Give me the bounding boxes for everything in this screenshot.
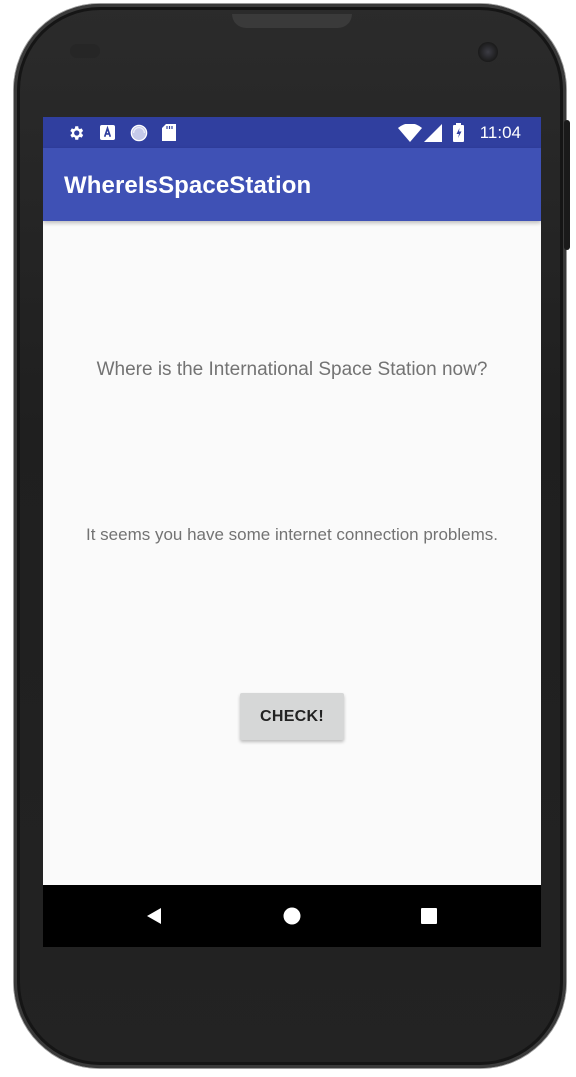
home-icon[interactable] [262,885,322,947]
recents-icon[interactable] [399,885,459,947]
battery-icon [451,117,465,148]
earpiece-speaker [232,14,352,28]
app-bar: WhereIsSpaceStation [43,148,541,221]
power-button[interactable] [564,120,570,250]
status-bar: 11:04 [43,117,541,148]
question-text: Where is the International Space Station… [96,359,488,380]
sd-card-icon [161,117,177,148]
navigation-bar [43,885,541,947]
status-time: 11:04 [479,123,521,142]
wifi-icon [398,117,422,148]
connection-error-message: It seems you have some internet connecti… [86,525,498,544]
a-badge-icon [99,117,115,148]
back-icon[interactable] [124,885,184,947]
check-button[interactable]: CHECK! [240,693,344,740]
front-camera [478,42,498,62]
screen: 11:04 WhereIsSpaceStation Where is the I… [43,117,541,947]
proximity-sensor [70,44,100,58]
app-title: WhereIsSpaceStation [64,172,312,199]
gear-icon [65,117,87,148]
sync-circle-icon [129,117,149,148]
cell-signal-icon [423,117,443,148]
